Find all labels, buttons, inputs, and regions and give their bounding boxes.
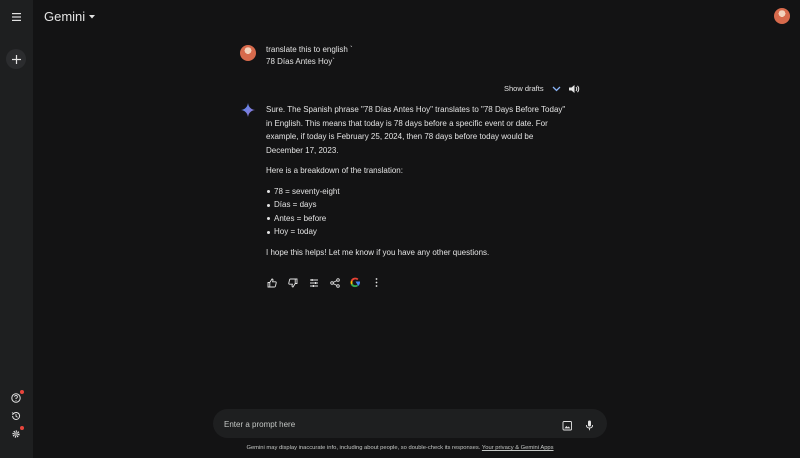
list-item: 78 = seventy-eight	[266, 185, 566, 199]
modify-response-button[interactable]	[308, 277, 319, 288]
user-message-text: translate this to english ` 78 Días Ante…	[266, 44, 353, 68]
plus-icon	[11, 54, 21, 64]
list-item: Antes = before	[266, 212, 566, 226]
microphone-icon	[585, 420, 594, 431]
list-item: Hoy = today	[266, 225, 566, 239]
share-button[interactable]	[329, 277, 340, 288]
thumbs-down-button[interactable]	[287, 277, 298, 288]
speaker-icon[interactable]	[568, 84, 580, 94]
microphone-button[interactable]	[584, 418, 595, 431]
user-message-line-1: translate this to english `	[266, 45, 353, 54]
upload-image-button[interactable]	[562, 418, 573, 431]
app-title: Gemini	[44, 9, 86, 24]
thumbs-down-icon	[287, 278, 297, 287]
more-options-button[interactable]	[371, 277, 382, 288]
thumbs-up-icon	[267, 278, 277, 287]
gear-icon	[12, 430, 20, 438]
tune-icon	[309, 278, 318, 287]
user-message: translate this to english ` 78 Días Ante…	[240, 44, 353, 68]
notification-dot	[20, 390, 24, 394]
response-paragraph: I hope this helps! Let me know if you ha…	[266, 247, 490, 257]
add-image-icon	[562, 421, 572, 431]
disclaimer-text: Gemini may display inaccurate info, incl…	[246, 445, 481, 451]
side-rail	[0, 0, 33, 458]
breakdown-list: 78 = seventy-eight Días = days Antes = b…	[266, 185, 566, 239]
help-button[interactable]	[6, 388, 26, 408]
more-vert-icon	[375, 278, 378, 287]
prompt-bar	[213, 409, 607, 438]
settings-button[interactable]	[6, 424, 26, 444]
list-item: Días = days	[266, 198, 566, 212]
caret-down-icon	[89, 14, 96, 18]
response-paragraph: Here is a breakdown of the translation:	[266, 166, 403, 175]
google-g-icon	[350, 277, 361, 288]
history-icon	[11, 411, 21, 420]
response-paragraph: Sure. The Spanish phrase "78 Días Antes …	[266, 105, 566, 155]
prompt-input[interactable]	[222, 416, 526, 433]
account-avatar[interactable]	[774, 8, 790, 24]
privacy-link[interactable]: Your privacy & Gemini Apps	[482, 445, 554, 451]
user-message-line-2: 78 Días Antes Hoy`	[266, 57, 335, 66]
footer-disclaimer: Gemini may display inaccurate info, incl…	[0, 445, 800, 451]
show-drafts-label: Show drafts	[504, 84, 544, 93]
main-menu-button[interactable]	[6, 7, 26, 27]
chevron-down-icon	[552, 86, 561, 91]
new-chat-button[interactable]	[6, 49, 26, 69]
activity-button[interactable]	[6, 406, 26, 426]
hamburger-icon	[11, 13, 21, 21]
show-drafts-button[interactable]: Show drafts	[504, 84, 561, 93]
gemini-app: Gemini translate this to english ` 78 Dí…	[0, 0, 800, 458]
response-actions	[266, 277, 382, 288]
double-check-button[interactable]	[350, 277, 361, 288]
notification-dot	[20, 426, 24, 430]
response-body: Sure. The Spanish phrase "78 Días Antes …	[266, 103, 566, 259]
model-switcher[interactable]: Gemini	[44, 9, 96, 24]
thumbs-up-button[interactable]	[266, 277, 277, 288]
user-avatar	[240, 45, 256, 61]
help-icon	[11, 393, 21, 403]
gemini-sparkle-icon	[241, 103, 255, 117]
share-icon	[329, 277, 340, 288]
